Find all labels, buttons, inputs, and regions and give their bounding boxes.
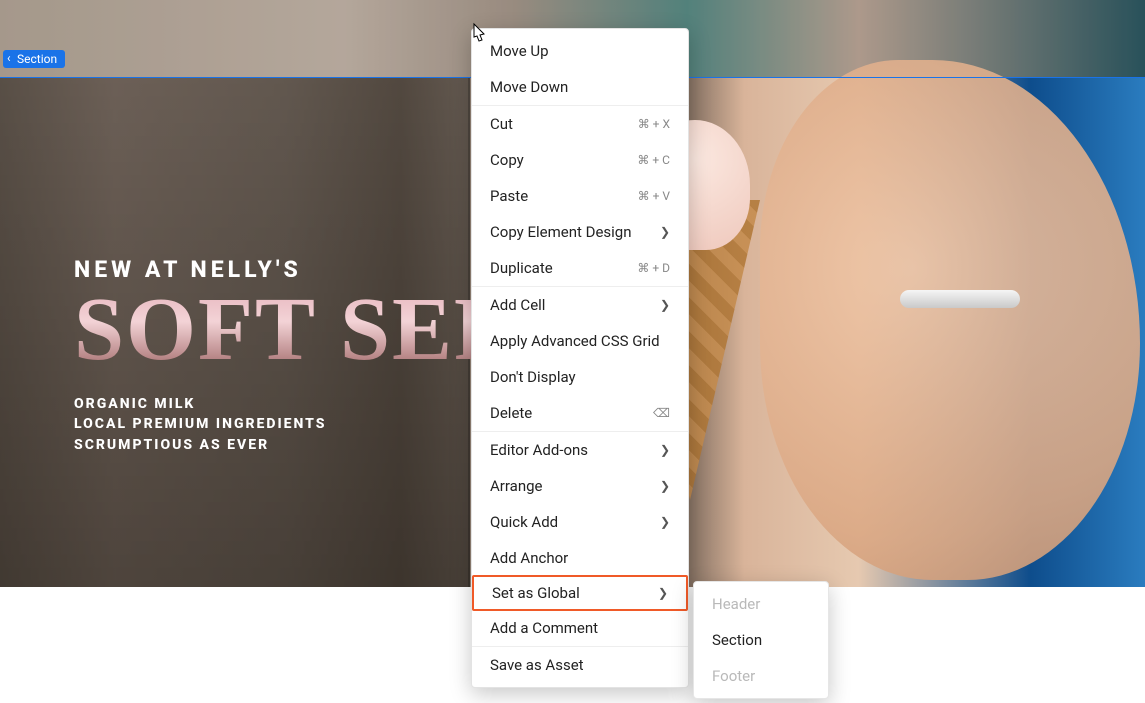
menu-editor-addons[interactable]: Editor Add-ons❯: [472, 432, 688, 468]
menu-apply-css-grid[interactable]: Apply Advanced CSS Grid: [472, 323, 688, 359]
menu-paste[interactable]: Paste⌘ + V: [472, 178, 688, 214]
selection-breadcrumb[interactable]: Section: [3, 50, 65, 68]
menu-copy[interactable]: Copy⌘ + C: [472, 142, 688, 178]
chevron-right-icon: ❯: [658, 586, 668, 600]
menu-add-cell[interactable]: Add Cell❯: [472, 287, 688, 323]
menu-dont-display[interactable]: Don't Display: [472, 359, 688, 395]
submenu-header: Header: [694, 586, 828, 622]
chevron-right-icon: ❯: [660, 443, 670, 457]
menu-duplicate[interactable]: Duplicate⌘ + D: [472, 250, 688, 286]
chevron-right-icon: ❯: [660, 515, 670, 529]
context-menu: Move Up Move Down Cut⌘ + X Copy⌘ + C Pas…: [471, 28, 689, 688]
menu-delete[interactable]: Delete⌫: [472, 395, 688, 431]
menu-arrange[interactable]: Arrange❯: [472, 468, 688, 504]
bg-bracelet: [900, 290, 1020, 308]
submenu-section[interactable]: Section: [694, 622, 828, 658]
menu-quick-add[interactable]: Quick Add❯: [472, 504, 688, 540]
set-global-submenu: Header Section Footer: [693, 581, 829, 699]
chevron-right-icon: ❯: [660, 225, 670, 239]
menu-save-as-asset[interactable]: Save as Asset: [472, 647, 688, 683]
menu-cut[interactable]: Cut⌘ + X: [472, 106, 688, 142]
menu-copy-element-design[interactable]: Copy Element Design❯: [472, 214, 688, 250]
menu-set-as-global[interactable]: Set as Global❯: [472, 575, 688, 611]
menu-move-down[interactable]: Move Down: [472, 69, 688, 105]
menu-move-up[interactable]: Move Up: [472, 33, 688, 69]
chevron-right-icon: ❯: [660, 479, 670, 493]
menu-add-comment[interactable]: Add a Comment: [472, 610, 688, 646]
submenu-footer: Footer: [694, 658, 828, 694]
menu-add-anchor[interactable]: Add Anchor: [472, 540, 688, 576]
chevron-right-icon: ❯: [660, 298, 670, 312]
